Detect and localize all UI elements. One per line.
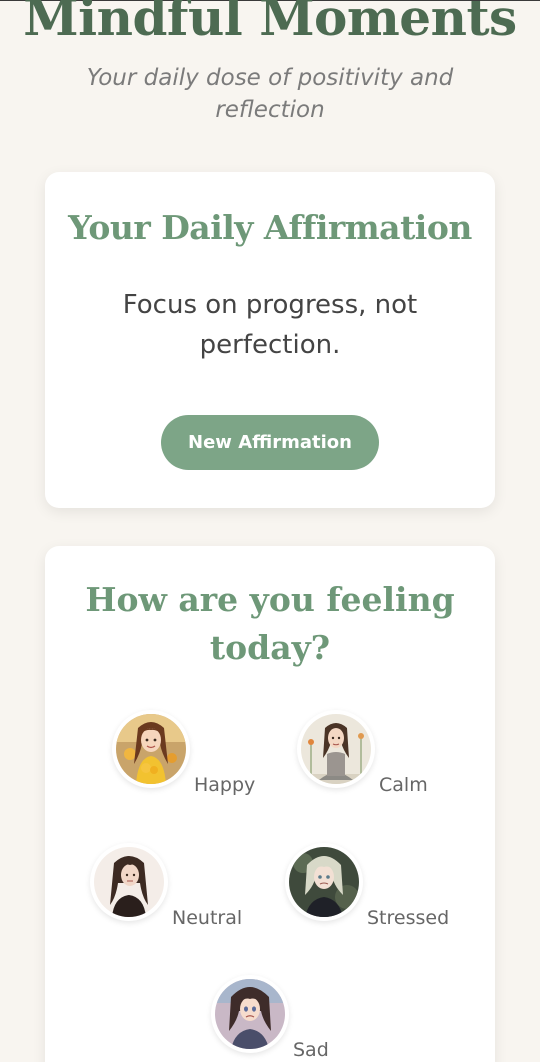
sad-avatar-icon bbox=[211, 975, 289, 1053]
stressed-avatar-icon bbox=[285, 843, 363, 921]
mood-label-sad: Sad bbox=[293, 1039, 329, 1061]
tagline: Your daily dose of positivity and reflec… bbox=[86, 65, 454, 123]
mood-heading: How are you feeling today? bbox=[85, 580, 455, 667]
affirmation-heading: Your Daily Affirmation bbox=[68, 208, 472, 247]
affirmation-card: Your Daily Affirmation Focus on progress… bbox=[45, 172, 495, 508]
mood-label-happy: Happy bbox=[194, 774, 256, 796]
mood-label-neutral: Neutral bbox=[172, 907, 243, 929]
affirmation-text: Focus on progress, not perfection. bbox=[122, 290, 418, 360]
mood-label-stressed: Stressed bbox=[367, 907, 450, 929]
calm-avatar-icon bbox=[297, 710, 375, 788]
new-affirmation-button[interactable]: New Affirmation bbox=[161, 415, 379, 470]
neutral-avatar-icon bbox=[90, 843, 168, 921]
mood-label-calm: Calm bbox=[379, 774, 428, 796]
happy-avatar-icon bbox=[112, 710, 190, 788]
app-title: Mindful Moments bbox=[23, 0, 517, 47]
page: Mindful Moments Your daily dose of posit… bbox=[0, 0, 540, 1062]
mood-card: How are you feeling today? Happy Calm Ne… bbox=[45, 546, 495, 1062]
